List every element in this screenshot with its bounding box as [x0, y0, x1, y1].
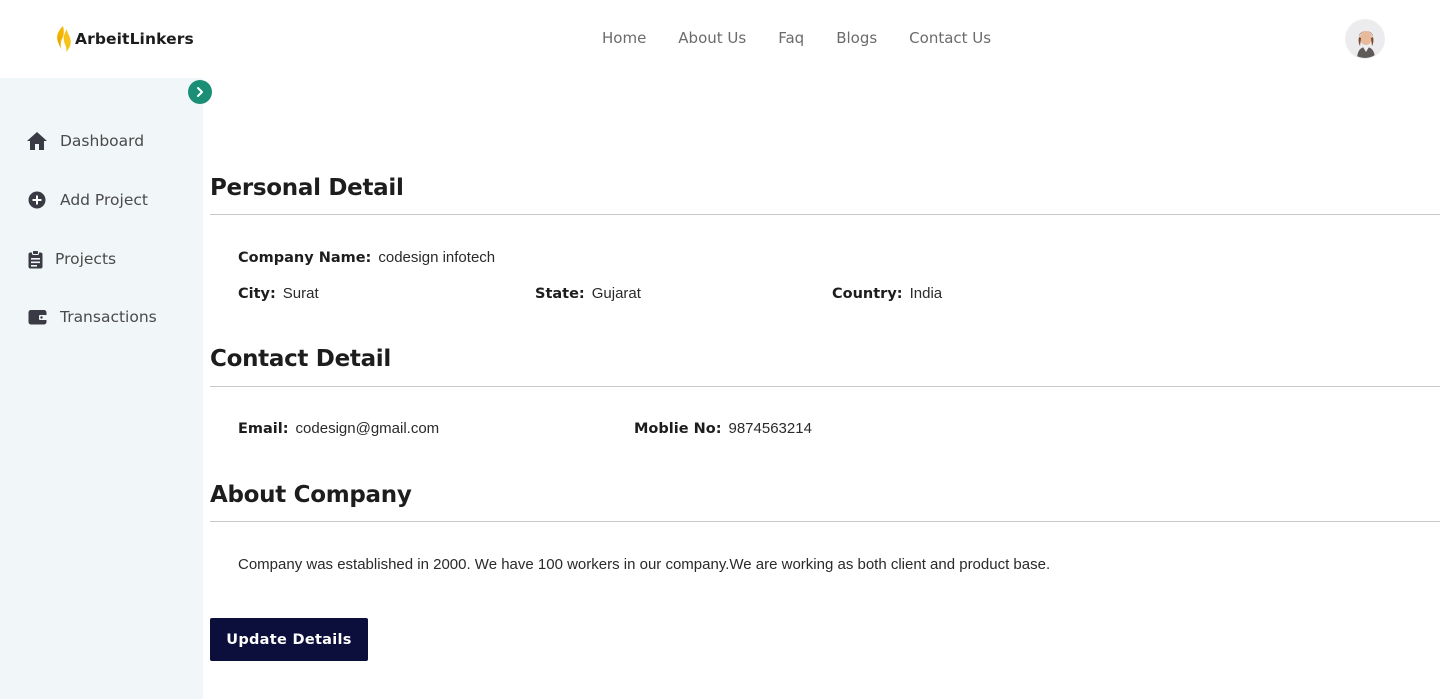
update-details-button[interactable]: Update Details	[210, 618, 368, 661]
email-field: Email: codesign@gmail.com	[238, 420, 439, 437]
sidebar-item-label: Projects	[55, 250, 117, 268]
brand-name: ArbeitLinkers	[75, 30, 194, 48]
section-divider	[210, 214, 1440, 215]
sidebar-item-label: Dashboard	[60, 132, 145, 150]
state-label: State:	[535, 286, 585, 302]
about-company-text: Company was established in 2000. We have…	[238, 556, 1051, 573]
sidebar: Dashboard Add Project Projects Transacti…	[0, 78, 203, 699]
wallet-icon	[26, 306, 48, 328]
section-divider	[210, 521, 1440, 522]
plus-circle-icon	[26, 189, 48, 211]
sidebar-toggle-button[interactable]	[188, 80, 212, 104]
sidebar-item-label: Add Project	[60, 191, 148, 209]
email-value: codesign@gmail.com	[295, 420, 440, 437]
company-name-label: Company Name:	[238, 250, 372, 266]
mobile-value: 9874563214	[728, 420, 812, 437]
mobile-label: Moblie No:	[634, 421, 722, 437]
company-name-field: Company Name: codesign infotech	[238, 249, 495, 266]
sidebar-item-projects[interactable]: Projects	[26, 248, 116, 270]
city-value: Surat	[282, 285, 319, 302]
city-field: City: Surat	[238, 285, 319, 302]
section-divider	[210, 386, 1440, 387]
state-field: State: Gujarat	[535, 285, 641, 302]
email-label: Email:	[238, 421, 289, 437]
state-value: Gujarat	[591, 285, 641, 302]
mobile-field: Moblie No: 9874563214	[634, 420, 812, 437]
personal-detail-heading: Personal Detail	[210, 175, 404, 201]
company-name-value: codesign infotech	[378, 249, 496, 266]
chevron-right-icon	[197, 87, 203, 97]
sidebar-item-add-project[interactable]: Add Project	[26, 189, 148, 211]
country-field: Country: India	[832, 285, 942, 302]
brand-logo[interactable]: ArbeitLinkers	[54, 24, 194, 54]
sidebar-item-dashboard[interactable]: Dashboard	[26, 130, 144, 152]
home-icon	[26, 130, 48, 152]
clipboard-icon	[26, 248, 44, 270]
profile-details: Personal Detail Company Name: codesign i…	[210, 0, 1440, 699]
sidebar-item-label: Transactions	[60, 308, 157, 326]
country-value: India	[909, 285, 943, 302]
flame-logo-icon	[54, 25, 74, 53]
about-company-heading: About Company	[210, 482, 412, 508]
city-label: City:	[238, 286, 276, 302]
contact-detail-heading: Contact Detail	[210, 346, 391, 372]
country-label: Country:	[832, 286, 903, 302]
sidebar-item-transactions[interactable]: Transactions	[26, 306, 157, 328]
